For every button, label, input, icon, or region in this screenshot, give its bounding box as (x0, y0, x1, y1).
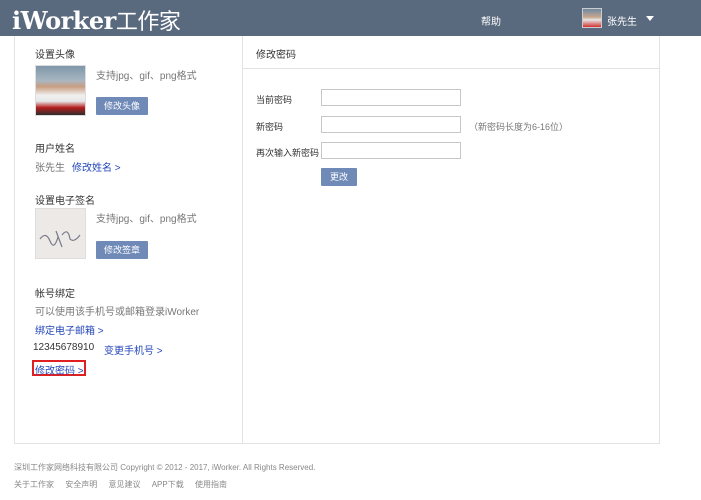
new-password-label: 新密码 (256, 122, 284, 132)
footer-links: 关于工作家 安全声明 意见建议 APP下载 使用指南 (14, 479, 236, 490)
submit-change-button[interactable]: 更改 (321, 168, 357, 186)
change-password-link[interactable]: 修改密码 > (35, 362, 84, 377)
help-link[interactable]: 帮助 (481, 13, 501, 28)
avatar-section-title: 设置头像 (35, 50, 75, 61)
new-password-length-hint: （新密码长度为6-16位） (469, 122, 569, 132)
name-section-title: 用户姓名 (35, 144, 75, 155)
top-navigation-bar: iWorker工作家 帮助 张先生 (0, 0, 701, 36)
new-password-input[interactable] (321, 116, 461, 133)
footer-copyright: 深圳工作家网络科技有限公司 Copyright © 2012 - 2017, i… (14, 463, 316, 472)
tab-underline-divider (243, 68, 660, 69)
signature-section-title: 设置电子签名 (35, 196, 95, 207)
column-divider (242, 36, 243, 444)
chevron-down-icon[interactable] (646, 16, 654, 21)
logo-chinese: 工作家 (115, 10, 181, 35)
current-password-label: 当前密码 (256, 95, 293, 105)
current-password-input[interactable] (321, 89, 461, 106)
change-avatar-button[interactable]: 修改头像 (96, 97, 148, 115)
account-binding-title: 帐号绑定 (35, 289, 75, 300)
avatar-format-hint: 支持jpg、gif、png格式 (96, 71, 197, 82)
footer-link-feedback[interactable]: 意见建议 (108, 480, 140, 489)
footer-link-guide[interactable]: 使用指南 (195, 480, 227, 489)
iworker-logo[interactable]: iWorker工作家 (12, 4, 181, 36)
confirm-password-label: 再次输入新密码 (256, 148, 320, 158)
user-name-value: 张先生 (35, 163, 65, 174)
signature-scribble-icon (39, 230, 81, 248)
change-password-tab-title: 修改密码 (256, 50, 296, 61)
footer-link-about[interactable]: 关于工作家 (14, 480, 54, 489)
change-signature-button[interactable]: 修改签章 (96, 241, 148, 259)
profile-avatar-image (35, 65, 86, 116)
phone-number: 12345678910 (33, 342, 95, 353)
signature-image (35, 208, 86, 259)
account-binding-description: 可以使用该手机号或邮箱登录iWorker (35, 307, 200, 318)
footer-link-security[interactable]: 安全声明 (65, 480, 97, 489)
change-phone-link[interactable]: 变更手机号 > (104, 342, 163, 357)
signature-format-hint: 支持jpg、gif、png格式 (96, 214, 197, 225)
footer-link-app-download[interactable]: APP下载 (152, 480, 184, 489)
user-avatar[interactable] (582, 8, 602, 28)
edit-name-link[interactable]: 修改姓名 > (72, 159, 121, 174)
logo-latin: iWorker (12, 6, 116, 35)
bind-email-link[interactable]: 绑定电子邮箱 > (35, 322, 104, 337)
user-name-menu[interactable]: 张先生 (607, 13, 637, 28)
confirm-password-input[interactable] (321, 142, 461, 159)
